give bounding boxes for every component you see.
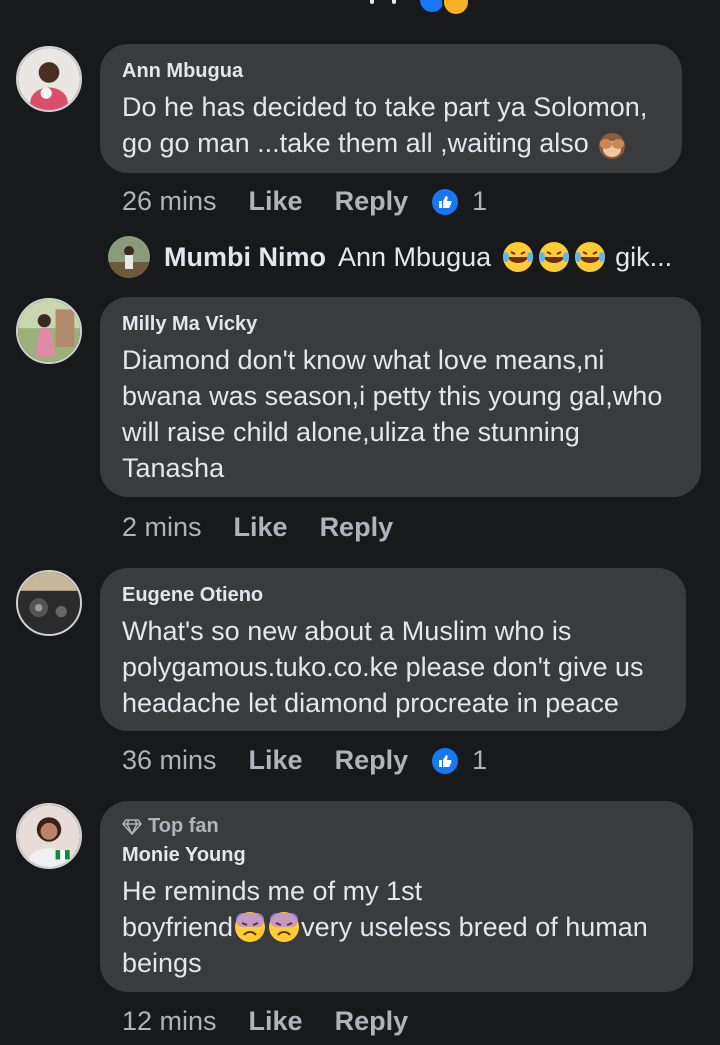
reply-preview[interactable]: Mumbi Nimo Ann Mbugua gik...: [108, 236, 672, 278]
comment-actions: 2 mins Like Reply: [122, 512, 425, 543]
comment-text-line: Do he has decided to take part ya Solomo…: [122, 92, 648, 122]
comment-actions: 36 mins Like Reply 1: [122, 745, 487, 776]
comment-bubble: Milly Ma Vicky Diamond don't know what l…: [100, 297, 701, 497]
like-reaction-icon: [420, 0, 444, 12]
comment-time[interactable]: 2 mins: [122, 512, 202, 543]
top-fan-badge[interactable]: Top fan: [122, 815, 671, 838]
reaction-summary[interactable]: 1: [432, 186, 487, 217]
comment-text: He reminds me of my 1st boyfriend very u…: [122, 873, 671, 981]
top-fan-label: Top fan: [148, 815, 219, 837]
laughing-tears-emoji: [575, 242, 606, 272]
comment-time[interactable]: 36 mins: [122, 745, 217, 776]
reply-avatar[interactable]: [108, 236, 150, 278]
avatar[interactable]: [16, 570, 82, 636]
comment-actions: 26 mins Like Reply 1: [122, 186, 487, 217]
reaction-summary[interactable]: 1: [432, 745, 487, 776]
thumbs-up-icon: [432, 747, 459, 774]
comment-author[interactable]: Ann Mbugua: [122, 60, 660, 83]
comment-author[interactable]: Monie Young: [122, 844, 671, 867]
comment-text-fragment: boyfriend: [122, 912, 234, 942]
comment-text-fragment: go go man ...take them all ,waiting also: [122, 128, 589, 158]
comment-text-fragment: very useless breed of human: [301, 912, 648, 942]
comment-bubble: Eugene Otieno What's so new about a Musl…: [100, 568, 686, 731]
reaction-count: 1: [472, 186, 488, 216]
reply-author[interactable]: Mumbi Nimo: [164, 242, 326, 273]
laughing-tears-emoji: [539, 242, 570, 272]
laughing-tears-emoji: [503, 242, 534, 272]
comment-text-line: boyfriend very useless breed of human: [122, 909, 671, 945]
comment-text-line: He reminds me of my 1st: [122, 876, 423, 906]
comment-text-line: beings: [122, 948, 202, 978]
reply-mention[interactable]: Ann Mbugua: [338, 242, 491, 273]
comment-time[interactable]: 12 mins: [122, 1006, 217, 1037]
comment-bubble: Top fan Monie Young He reminds me of my …: [100, 801, 693, 992]
comment-text: Do he has decided to take part ya Solomo…: [122, 89, 660, 161]
avatar[interactable]: [16, 803, 82, 869]
weary-face-emoji: [269, 912, 300, 942]
comment-text: What's so new about a Muslim who is poly…: [122, 616, 644, 718]
reply-suffix: gik...: [615, 241, 673, 272]
reply-button[interactable]: Reply: [335, 186, 409, 217]
haha-reaction-icon: [442, 0, 470, 16]
previous-reactions-fragment: [360, 0, 480, 20]
avatar[interactable]: [16, 46, 82, 112]
comment-text-line: go go man ...take them all ,waiting also: [122, 125, 660, 161]
comment-actions: 12 mins Like Reply: [122, 1006, 440, 1037]
like-button[interactable]: Like: [249, 745, 303, 776]
avatar[interactable]: [16, 298, 82, 364]
like-button[interactable]: Like: [249, 1006, 303, 1037]
like-button[interactable]: Like: [234, 512, 288, 543]
reply-button[interactable]: Reply: [335, 1006, 409, 1037]
reply-button[interactable]: Reply: [335, 745, 409, 776]
diamond-icon: [122, 818, 142, 835]
reply-text: Ann Mbugua gik...: [338, 240, 672, 274]
reaction-count: 1: [472, 745, 488, 775]
reply-button[interactable]: Reply: [320, 512, 394, 543]
comment-author[interactable]: Eugene Otieno: [122, 584, 664, 607]
like-button[interactable]: Like: [249, 186, 303, 217]
comment-time[interactable]: 26 mins: [122, 186, 217, 217]
weary-face-emoji: [235, 912, 266, 942]
see-no-evil-monkey-emoji: [599, 132, 626, 159]
comment-text: Diamond don't know what love means,ni bw…: [122, 345, 663, 483]
thumbs-up-icon: [432, 188, 459, 215]
comment-author[interactable]: Milly Ma Vicky: [122, 313, 679, 336]
comment-bubble: Ann Mbugua Do he has decided to take par…: [100, 44, 682, 173]
